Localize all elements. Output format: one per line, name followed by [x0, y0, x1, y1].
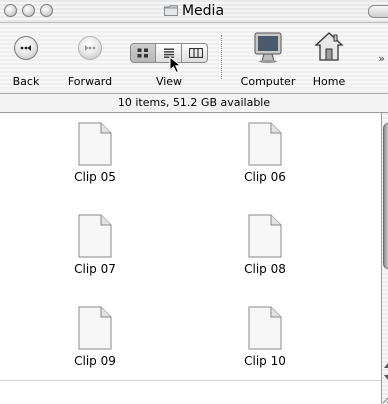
- file-name: Clip 05: [74, 170, 116, 184]
- back-icon: [14, 36, 38, 60]
- file-item[interactable]: Clip 08: [220, 214, 310, 276]
- file-name: Clip 09: [74, 354, 116, 368]
- vertical-scrollbar[interactable]: [381, 113, 388, 404]
- file-name: Clip 07: [74, 262, 116, 276]
- document-icon: [78, 122, 112, 166]
- document-icon: [248, 122, 282, 166]
- scroll-down-arrow-icon[interactable]: [384, 375, 388, 380]
- folder-icon: [163, 5, 178, 16]
- file-name: Clip 06: [244, 170, 286, 184]
- window-title-area: Media: [0, 3, 388, 19]
- file-item[interactable]: Clip 06: [220, 122, 310, 184]
- column-view-icon: [189, 48, 203, 58]
- forward-label: Forward: [67, 75, 113, 88]
- file-item[interactable]: Clip 10: [220, 306, 310, 368]
- icon-view-button[interactable]: [131, 44, 156, 62]
- window-title: Media: [181, 3, 225, 19]
- file-browser-content: Clip 05 Clip 06 Clip 07 Clip 08 Clip 09 …: [0, 113, 381, 404]
- mouse-pointer-icon: [169, 56, 182, 74]
- status-bar: 10 items, 51.2 GB available: [0, 94, 388, 113]
- window-bottom-edge: [0, 380, 381, 404]
- document-icon: [248, 214, 282, 258]
- file-name: Clip 08: [244, 262, 286, 276]
- scroll-up-arrow-icon[interactable]: [384, 363, 388, 368]
- file-item[interactable]: Clip 05: [50, 122, 140, 184]
- title-bar[interactable]: Media: [0, 0, 388, 23]
- status-text: 10 items, 51.2 GB available: [117, 96, 271, 109]
- file-item[interactable]: Clip 09: [50, 306, 140, 368]
- column-view-button[interactable]: [183, 44, 207, 62]
- file-item[interactable]: Clip 07: [50, 214, 140, 276]
- document-icon: [78, 214, 112, 258]
- computer-label: Computer: [240, 75, 296, 88]
- computer-icon: [254, 32, 282, 64]
- icon-view-icon: [137, 48, 148, 58]
- scroll-thumb[interactable]: [383, 123, 388, 269]
- document-icon: [78, 306, 112, 350]
- computer-button[interactable]: Computer: [236, 23, 300, 93]
- home-icon: [314, 32, 344, 61]
- finder-window: Media Back Forward View Computer Home » …: [0, 0, 388, 404]
- view-label: View: [155, 75, 183, 88]
- toolbar-separator: [221, 35, 222, 79]
- back-label: Back: [12, 75, 40, 88]
- home-label: Home: [312, 75, 346, 88]
- toolbar-overflow-button[interactable]: »: [378, 52, 385, 65]
- home-button[interactable]: Home: [308, 23, 350, 93]
- resize-grip-icon[interactable]: [381, 392, 388, 404]
- forward-button[interactable]: Forward: [61, 23, 119, 93]
- document-icon: [248, 306, 282, 350]
- forward-icon: [78, 36, 102, 60]
- back-button[interactable]: Back: [10, 23, 42, 93]
- toolbar-toggle-button[interactable]: [368, 5, 388, 18]
- file-name: Clip 10: [244, 354, 286, 368]
- toolbar: Back Forward View Computer Home »: [0, 23, 388, 94]
